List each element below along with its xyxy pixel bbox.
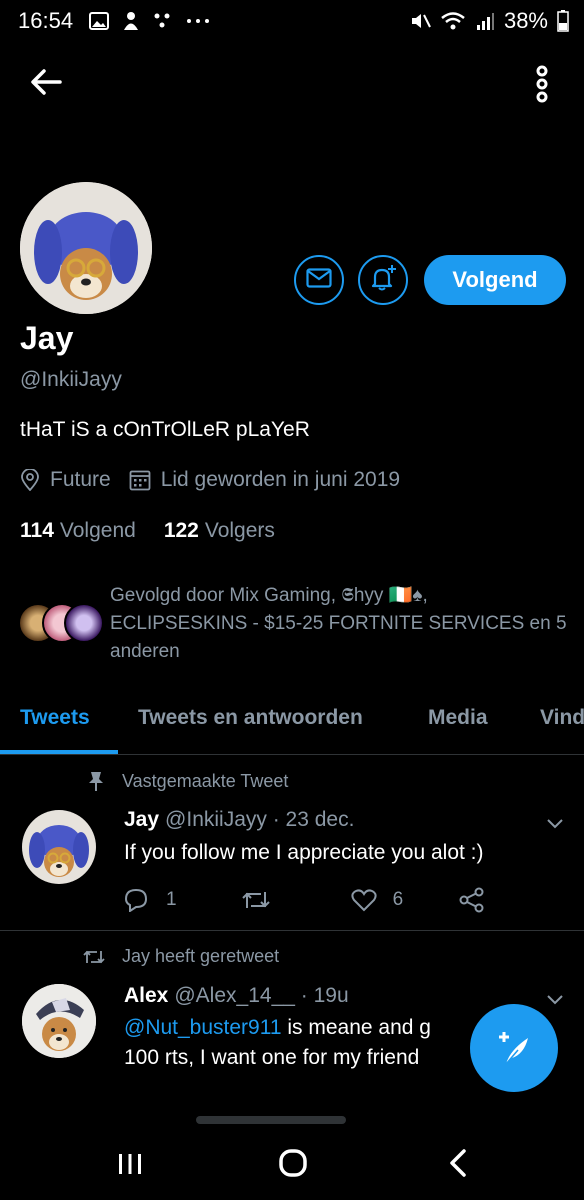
tweet-avatar[interactable] bbox=[22, 810, 96, 884]
signal-icon bbox=[474, 10, 496, 32]
mute-icon bbox=[410, 10, 432, 32]
notify-button[interactable] bbox=[358, 255, 408, 305]
app-notification-icon bbox=[120, 10, 142, 32]
reply-count: 1 bbox=[166, 889, 177, 910]
tweet-author-name[interactable]: Alex bbox=[124, 984, 168, 1007]
profile-avatar[interactable] bbox=[20, 182, 152, 314]
status-bar: 16:54 38% bbox=[0, 0, 584, 44]
tab-tweets[interactable]: Tweets bbox=[20, 706, 90, 730]
pin-icon bbox=[86, 770, 106, 792]
divider bbox=[0, 930, 584, 931]
profile-name: Jay bbox=[20, 320, 74, 356]
pinned-label: Vastgemaakte Tweet bbox=[122, 770, 289, 791]
battery-icon bbox=[556, 10, 570, 32]
message-button[interactable] bbox=[294, 255, 344, 305]
tweet-header: Jay @InkiiJayy · 23 dec. bbox=[124, 808, 354, 832]
compose-icon bbox=[494, 1028, 534, 1068]
tweet-header: Alex @Alex_14__ · 19u bbox=[124, 984, 349, 1008]
chevron-down-icon[interactable] bbox=[544, 812, 566, 834]
gallery-icon bbox=[88, 10, 110, 32]
profile-handle: @InkiiJayy bbox=[20, 368, 122, 391]
back-nav-icon[interactable] bbox=[446, 1148, 470, 1183]
follower-avatar bbox=[64, 603, 104, 643]
tweet-text-line2: 100 rts, I want one for my friend bbox=[124, 1046, 420, 1069]
divider bbox=[0, 754, 584, 755]
followed-by-text[interactable]: Gevolgd door Mix Gaming, 𝕾hyy 🇮🇪♠, ECLIP… bbox=[110, 582, 570, 666]
tweet-author-name[interactable]: Jay bbox=[124, 808, 159, 831]
tweet-actions: 1 6 bbox=[124, 885, 504, 915]
more-vertical-icon[interactable] bbox=[524, 64, 560, 104]
chevron-down-icon[interactable] bbox=[544, 988, 566, 1010]
retweet-label: Jay heeft geretweet bbox=[122, 946, 280, 966]
reply-icon[interactable] bbox=[124, 888, 148, 912]
battery-percent: 38% bbox=[503, 8, 548, 33]
like-count: 6 bbox=[392, 889, 404, 910]
status-time: 16:54 bbox=[18, 8, 74, 33]
more-notifications-icon bbox=[184, 10, 212, 32]
tweet-time: · 19u bbox=[300, 984, 349, 1007]
tab-tweets-replies[interactable]: Tweets en antwoorden bbox=[138, 706, 363, 730]
profile-stats: 114 Volgend 122 Volgers bbox=[20, 519, 275, 543]
recent-apps-icon[interactable] bbox=[116, 1150, 144, 1183]
profile-bio: tHaT iS a cOnTrOlLeR pLaYeR bbox=[20, 418, 310, 441]
tweet-author-handle[interactable]: @InkiiJayy bbox=[165, 808, 267, 831]
retweet-icon[interactable] bbox=[241, 888, 271, 912]
android-nav-bar bbox=[0, 1128, 584, 1200]
calendar-icon bbox=[129, 469, 151, 491]
tweet-avatar[interactable] bbox=[22, 984, 96, 1058]
mail-icon bbox=[306, 267, 332, 293]
tweet-time: · 23 dec. bbox=[272, 808, 355, 831]
bell-plus-icon bbox=[369, 264, 397, 297]
share-icon[interactable] bbox=[459, 887, 485, 913]
pinned-context: Vastgemaakte Tweet bbox=[86, 770, 288, 792]
wifi-icon bbox=[440, 10, 466, 32]
retweet-small-icon bbox=[82, 948, 106, 966]
tweet-text-line1: is meane and g bbox=[281, 1016, 431, 1039]
profile-tabs: Tweets Tweets en antwoorden Media Vind bbox=[0, 700, 584, 754]
network-activity-icon bbox=[152, 10, 174, 32]
tweet-text: @Nut_buster911 is meane and g bbox=[124, 1014, 431, 1042]
followers-stat[interactable]: 122 Volgers bbox=[164, 519, 275, 543]
profile-meta: Future Lid geworden in juni 2019 bbox=[20, 468, 400, 492]
compose-tweet-button[interactable] bbox=[470, 1004, 558, 1092]
system-icons: 38% bbox=[410, 8, 570, 34]
profile-location: Future bbox=[50, 468, 111, 491]
scroll-indicator bbox=[196, 1116, 346, 1124]
mention-link[interactable]: @Nut_buster911 bbox=[124, 1016, 282, 1039]
following-stat[interactable]: 114 Volgend bbox=[20, 519, 136, 543]
like-icon[interactable] bbox=[350, 888, 377, 912]
retweet-context: Jay heeft geretweet bbox=[82, 946, 279, 967]
tab-likes[interactable]: Vind bbox=[540, 706, 584, 730]
back-arrow-icon[interactable] bbox=[28, 64, 64, 100]
tweet-author-handle[interactable]: @Alex_14__ bbox=[174, 984, 295, 1007]
notification-icons bbox=[88, 10, 212, 32]
tab-media[interactable]: Media bbox=[428, 706, 488, 730]
profile-joined: Lid geworden in juni 2019 bbox=[160, 468, 401, 491]
tweet-text: If you follow me I appreciate you alot :… bbox=[124, 841, 484, 864]
home-icon[interactable] bbox=[278, 1148, 308, 1183]
location-icon bbox=[20, 469, 40, 491]
following-button[interactable]: Volgend bbox=[424, 255, 566, 305]
